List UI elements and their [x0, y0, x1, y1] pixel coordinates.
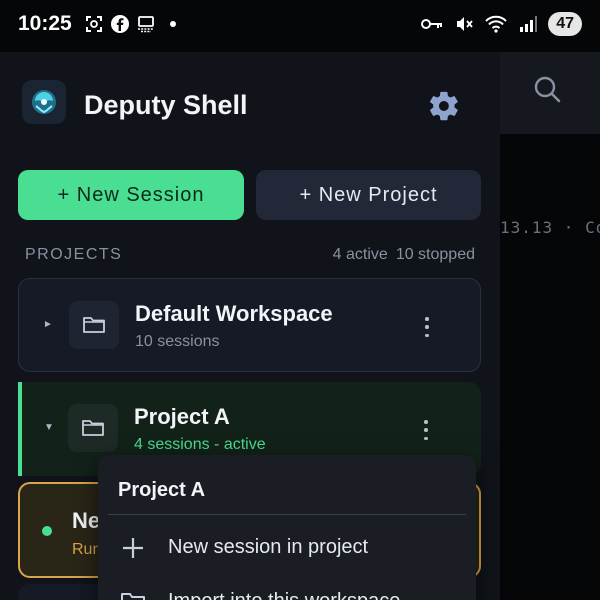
more-options-icon[interactable]: [417, 315, 437, 339]
app-title: Deputy Shell: [84, 90, 248, 120]
desktop-icon: [138, 16, 154, 33]
more-options-icon[interactable]: [416, 418, 436, 442]
project-context-menu: Project A New session in project Import …: [98, 455, 476, 600]
menu-item-new-session-in-project[interactable]: New session in project: [98, 523, 476, 571]
notification-dot: [170, 21, 176, 27]
session-running-dot: [42, 526, 52, 536]
menu-divider: [108, 514, 466, 515]
key-icon: [421, 19, 443, 29]
settings-button[interactable]: [424, 86, 464, 126]
project-session-status: 4 sessions - active: [134, 436, 266, 453]
active-count: 4 active: [332, 246, 388, 263]
wifi-icon: [485, 15, 507, 33]
project-name: Project A: [134, 404, 230, 429]
new-session-button[interactable]: + New Session: [18, 170, 244, 220]
gear-icon: [430, 91, 458, 121]
session-card[interactable]: [18, 584, 98, 600]
status-bar: 10:25 47: [0, 0, 600, 52]
search-icon[interactable]: [532, 74, 562, 104]
screenshot-icon: [86, 16, 102, 32]
battery-indicator: 47: [548, 12, 582, 36]
status-icons-left: [84, 14, 176, 34]
project-name: Default Workspace: [135, 301, 333, 326]
facebook-icon: [111, 15, 129, 33]
expand-caret-icon[interactable]: ►: [43, 319, 53, 330]
menu-item-import-into-workspace[interactable]: Import into this workspace: [98, 577, 476, 600]
folder-icon: [68, 404, 118, 452]
mute-icon: [457, 17, 473, 31]
signal-icon: [520, 16, 538, 32]
project-card-default-workspace[interactable]: ► Default Workspace 10 sessions: [18, 278, 481, 372]
folder-icon: [69, 301, 119, 349]
projects-section-label: PROJECTS: [25, 246, 123, 263]
menu-item-label: Import into this workspace: [168, 590, 400, 600]
background-meta-text: 13.13 · Co: [500, 218, 600, 237]
collapse-caret-icon[interactable]: ▼: [44, 422, 54, 433]
import-folder-icon: [121, 593, 145, 600]
context-menu-title: Project A: [118, 479, 206, 501]
menu-item-label: New session in project: [168, 536, 369, 558]
projects-counts: 4 active 10 stopped: [333, 246, 475, 264]
project-session-count: 10 sessions: [135, 333, 220, 350]
status-icons-right: 47: [420, 12, 582, 36]
status-time: 10:25: [18, 12, 72, 35]
stopped-count: 10 stopped: [395, 246, 475, 263]
new-project-button[interactable]: + New Project: [256, 170, 481, 220]
plus-icon: [123, 538, 143, 558]
app-logo-icon: [22, 80, 66, 124]
